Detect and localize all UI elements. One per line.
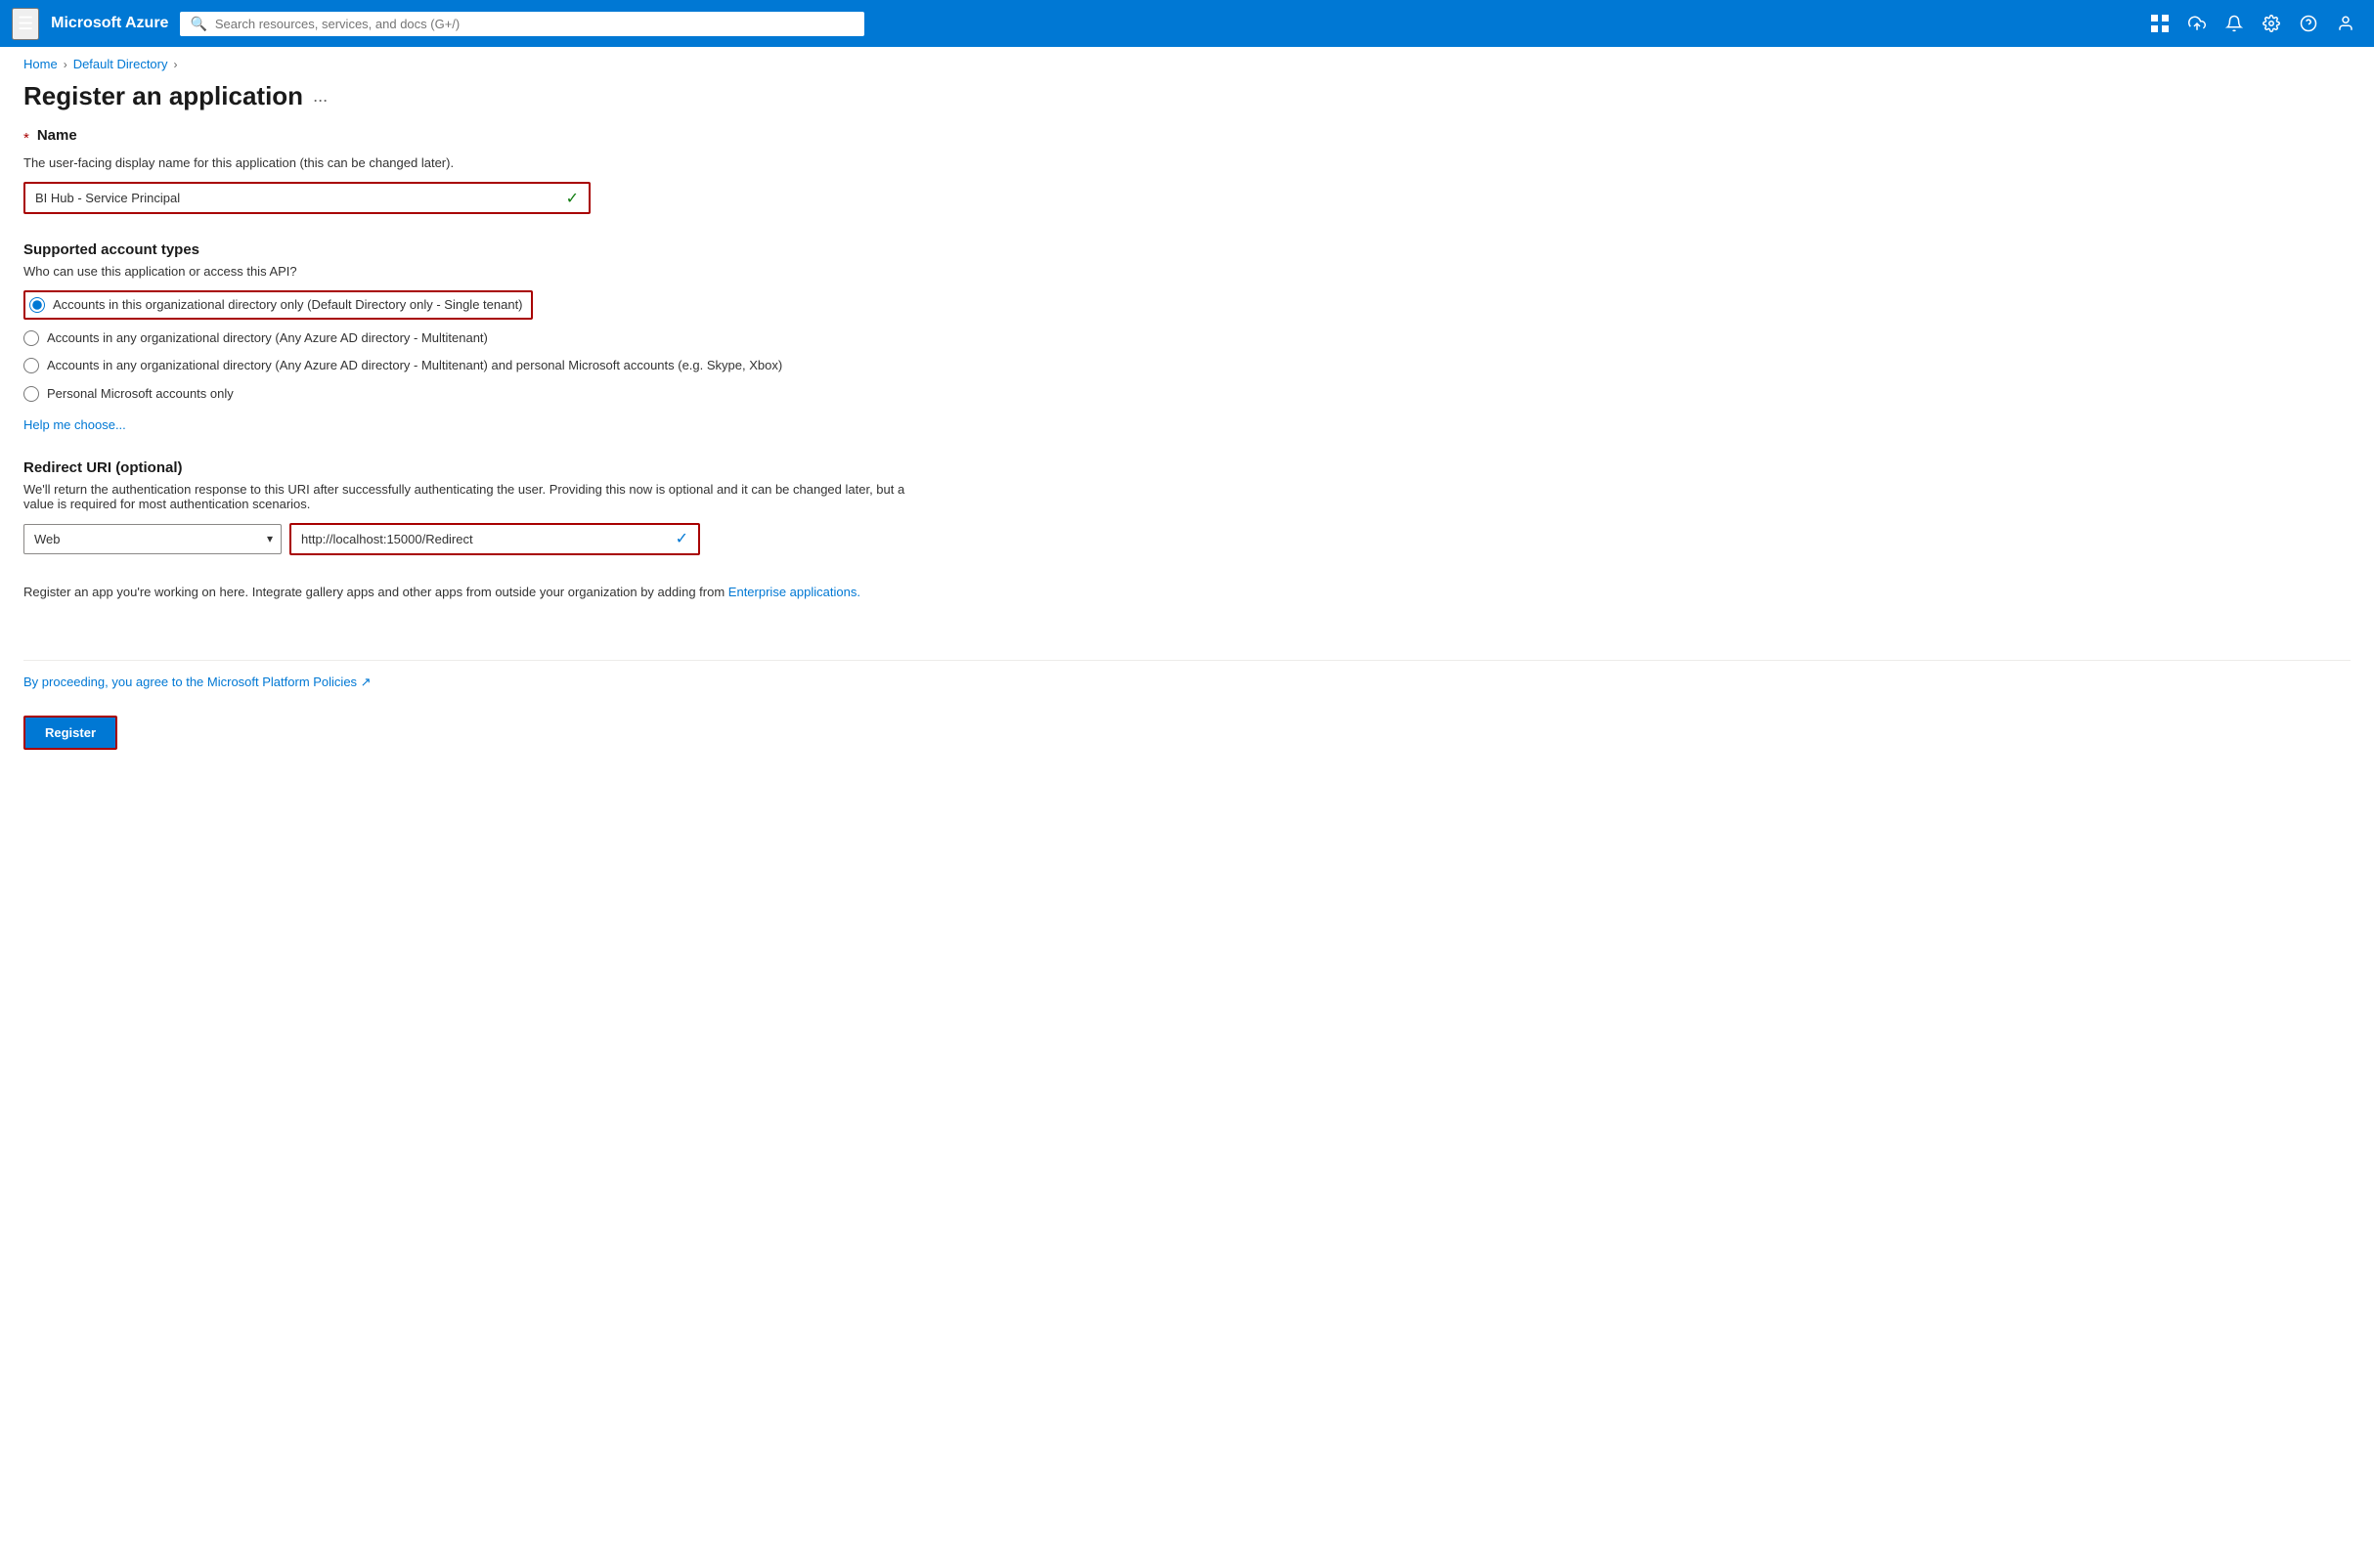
nav-icons [2143, 9, 2362, 38]
account-types-description: Who can use this application or access t… [23, 264, 915, 279]
policy-link[interactable]: ↗ [361, 675, 372, 689]
breadcrumb-sep-1: › [64, 58, 67, 71]
redirect-uri-description: We'll return the authentication response… [23, 482, 915, 511]
redirect-uri-section: Redirect URI (optional) We'll return the… [23, 459, 915, 555]
name-description: The user-facing display name for this ap… [23, 155, 915, 170]
account-types-label: Supported account types [23, 241, 915, 258]
redirect-uri-checkmark-icon: ✓ [676, 529, 688, 548]
brand-name: Microsoft Azure [51, 15, 168, 32]
name-section: * Name The user-facing display name for … [23, 127, 915, 214]
help-icon-button[interactable] [2292, 9, 2325, 38]
search-input[interactable] [215, 17, 856, 31]
radio-input-3[interactable] [23, 386, 39, 402]
grid-icon-button[interactable] [2143, 9, 2176, 38]
help-me-choose-link[interactable]: Help me choose... [23, 417, 126, 432]
policy-section: By proceeding, you agree to the Microsof… [0, 661, 2374, 700]
user-icon-button[interactable] [2329, 9, 2362, 38]
radio-border-box-0: Accounts in this organizational director… [23, 290, 533, 320]
page-header: Register an application ... [0, 77, 2374, 127]
radio-option-2[interactable]: Accounts in any organizational directory… [23, 357, 915, 374]
radio-label-1: Accounts in any organizational directory… [47, 329, 488, 347]
search-icon: 🔍 [190, 16, 206, 32]
search-bar: 🔍 [180, 12, 864, 36]
account-types-section: Supported account types Who can use this… [23, 241, 915, 432]
radio-label-3: Personal Microsoft accounts only [47, 385, 234, 403]
radio-label-0: Accounts in this organizational director… [53, 296, 523, 314]
breadcrumb-sep-2: › [174, 58, 178, 71]
top-navigation: ☰ Microsoft Azure 🔍 [0, 0, 2374, 47]
redirect-uri-label: Redirect URI (optional) [23, 459, 915, 476]
radio-option-3[interactable]: Personal Microsoft accounts only [23, 385, 915, 403]
page-title: Register an application [23, 81, 303, 111]
radio-input-1[interactable] [23, 330, 39, 346]
enterprise-applications-link[interactable]: Enterprise applications. [728, 585, 860, 599]
redirect-type-select[interactable]: Web SPA Public client/native (mobile & d… [24, 525, 281, 553]
name-input[interactable] [25, 184, 589, 212]
breadcrumb-default-directory[interactable]: Default Directory [73, 57, 168, 71]
policy-text-content: By proceeding, you agree to the Microsof… [23, 675, 361, 689]
name-input-wrapper: ✓ [23, 182, 591, 214]
radio-group: Accounts in this organizational director… [23, 290, 915, 403]
external-link-icon: ↗ [361, 675, 372, 689]
name-checkmark-icon: ✓ [566, 189, 579, 208]
more-options-button[interactable]: ... [313, 86, 328, 107]
cloud-upload-icon-button[interactable] [2180, 9, 2214, 38]
note-text: Register an app you're working on here. … [23, 583, 864, 602]
breadcrumb-home[interactable]: Home [23, 57, 58, 71]
register-button[interactable]: Register [23, 716, 117, 750]
required-star: * [23, 130, 29, 147]
settings-icon-button[interactable] [2255, 9, 2288, 38]
hamburger-menu[interactable]: ☰ [12, 8, 39, 40]
breadcrumb: Home › Default Directory › [0, 47, 2374, 77]
redirect-uri-input[interactable] [291, 525, 698, 553]
redirect-uri-row: Web SPA Public client/native (mobile & d… [23, 523, 915, 555]
name-label: Name [37, 127, 77, 144]
radio-input-2[interactable] [23, 358, 39, 373]
radio-option-1[interactable]: Accounts in any organizational directory… [23, 329, 915, 347]
radio-option-0[interactable]: Accounts in this organizational director… [23, 290, 915, 320]
redirect-type-select-wrapper: Web SPA Public client/native (mobile & d… [23, 524, 282, 554]
radio-label-2: Accounts in any organizational directory… [47, 357, 782, 374]
main-content: * Name The user-facing display name for … [0, 127, 939, 660]
redirect-uri-input-wrapper: ✓ [289, 523, 700, 555]
radio-input-0[interactable] [29, 297, 45, 313]
notification-icon-button[interactable] [2218, 9, 2251, 38]
